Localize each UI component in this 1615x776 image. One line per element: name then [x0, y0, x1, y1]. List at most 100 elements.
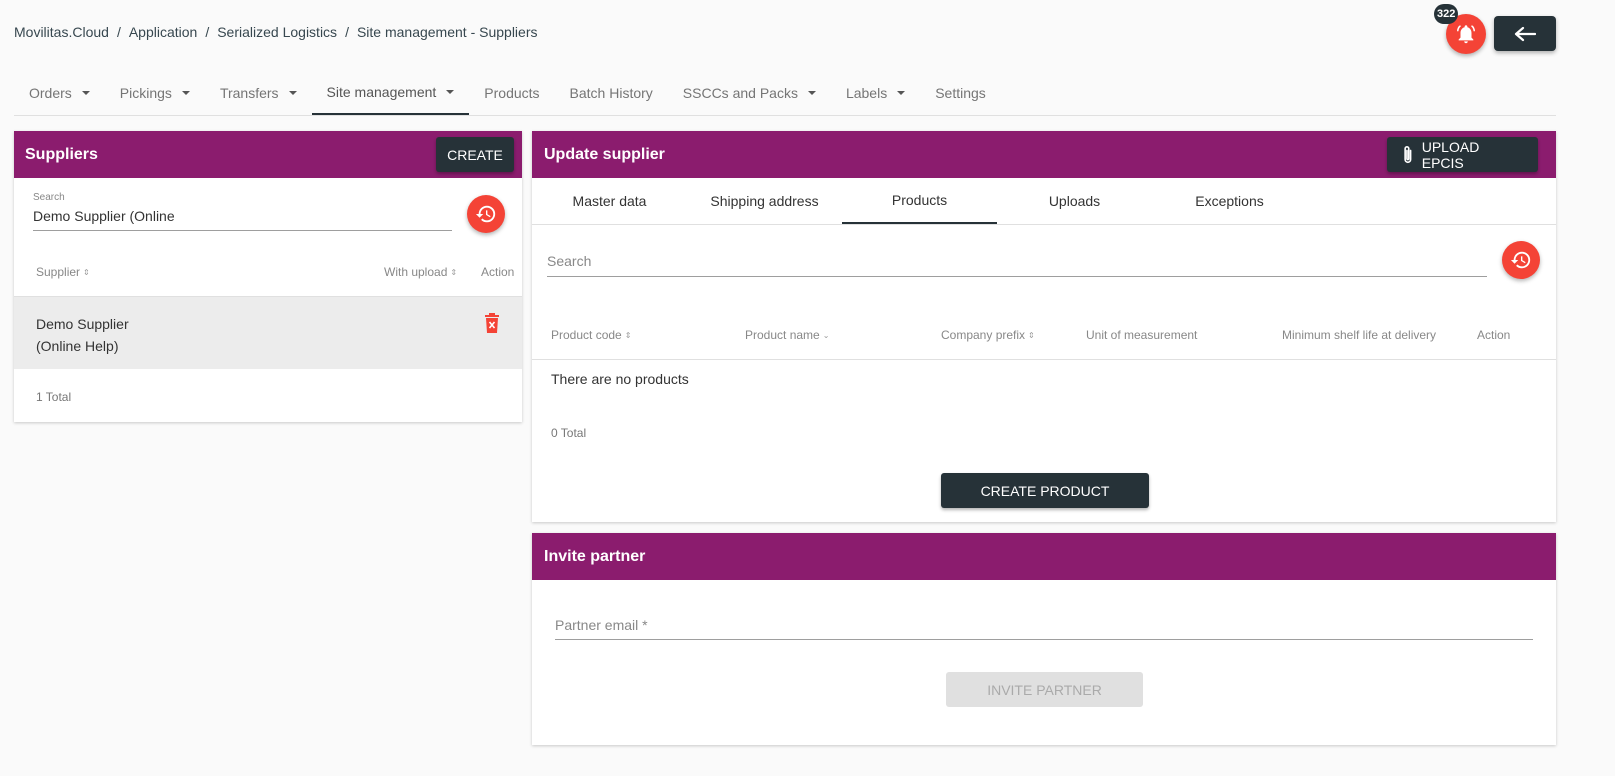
nav-batch-history[interactable]: Batch History	[555, 70, 668, 115]
caret-down-icon	[181, 90, 190, 95]
nav-label: Site management	[326, 83, 437, 100]
products-total: 0 Total	[551, 426, 587, 440]
upload-epcis-button[interactable]: UPLOAD EPCIS	[1387, 137, 1538, 172]
tab-master-data[interactable]: Master data	[532, 178, 687, 224]
breadcrumb-item-current: Site management - Suppliers	[356, 24, 538, 40]
invite-partner-title: Invite partner	[544, 547, 646, 565]
column-company-prefix[interactable]: Company prefix ⇕	[941, 328, 1035, 342]
upload-epcis-label: UPLOAD EPCIS	[1421, 138, 1480, 171]
partner-email-placeholder: Partner email *	[555, 617, 648, 633]
column-product-name[interactable]: Product name ⌄	[745, 328, 829, 342]
update-supplier-title: Update supplier	[544, 145, 665, 163]
table-row[interactable]: Demo Supplier (Online Help)	[14, 296, 522, 369]
column-label: Company prefix	[941, 328, 1026, 342]
caret-down-icon	[288, 90, 297, 95]
breadcrumb-item-serialized-logistics[interactable]: Serialized Logistics	[217, 24, 337, 40]
supplier-search-input[interactable]: Demo Supplier (Online	[33, 208, 452, 231]
table-divider	[532, 359, 1556, 360]
suppliers-card: Suppliers CREATE Search Demo Supplier (O…	[14, 131, 522, 422]
invite-partner-header: Invite partner	[532, 533, 1556, 580]
product-search-input[interactable]: Search	[547, 253, 1487, 277]
column-label: Action	[481, 265, 515, 279]
bell-icon	[1457, 25, 1475, 44]
column-label: Minimum shelf life at delivery	[1282, 328, 1437, 342]
create-product-button[interactable]: CREATE PRODUCT	[941, 473, 1149, 508]
nav-label: Products	[484, 84, 540, 101]
column-action: Action	[1477, 328, 1510, 342]
nav-ssccs-and-packs[interactable]: SSCCs and Packs	[668, 70, 831, 115]
sort-icon: ⇕	[83, 267, 90, 277]
nav-labels[interactable]: Labels	[831, 70, 920, 115]
product-search-placeholder: Search	[547, 253, 592, 269]
supplier-search-label: Search	[33, 192, 65, 203]
tab-exceptions[interactable]: Exceptions	[1152, 178, 1307, 224]
tab-uploads[interactable]: Uploads	[997, 178, 1152, 224]
empty-products-message: There are no products	[551, 371, 689, 387]
nav-label: Orders	[29, 84, 72, 101]
nav-label: Labels	[845, 84, 888, 101]
create-supplier-button[interactable]: CREATE	[436, 137, 514, 172]
column-label: With upload	[384, 265, 448, 279]
paperclip-icon	[1404, 145, 1412, 163]
delete-supplier-button[interactable]	[484, 313, 500, 338]
main-navigation: Orders Pickings Transfers Site managemen…	[14, 70, 1556, 116]
column-product-code[interactable]: Product code ⇕	[551, 328, 631, 342]
column-label: Product code	[551, 328, 622, 342]
update-supplier-card: Update supplier UPLOAD EPCIS Master data…	[532, 131, 1556, 522]
reset-search-button[interactable]	[467, 195, 505, 233]
supplier-name-line: Demo Supplier	[36, 316, 129, 332]
column-label: Action	[1477, 328, 1511, 342]
invite-partner-card: Invite partner Partner email * INVITE PA…	[532, 533, 1556, 745]
nav-pickings[interactable]: Pickings	[105, 70, 205, 115]
update-supplier-tabs: Master data Shipping address Products Up…	[532, 178, 1556, 225]
nav-transfers[interactable]: Transfers	[205, 70, 312, 115]
column-with-upload[interactable]: With upload ⇕	[384, 265, 457, 279]
suppliers-title: Suppliers	[25, 145, 98, 163]
delete-icon	[485, 313, 499, 333]
nav-label: Batch History	[569, 84, 653, 101]
nav-site-management[interactable]: Site management	[311, 70, 470, 115]
breadcrumb-item-application[interactable]: Application	[129, 24, 198, 40]
breadcrumb-separator: /	[116, 24, 121, 40]
breadcrumb-separator: /	[345, 24, 349, 40]
history-icon	[1510, 251, 1531, 269]
sort-icon: ⇕	[1028, 330, 1035, 340]
breadcrumb-separator: /	[205, 24, 210, 40]
column-label: Supplier	[36, 265, 81, 279]
nav-products[interactable]: Products	[469, 70, 554, 115]
caret-down-icon	[446, 89, 455, 94]
supplier-search-value: Demo Supplier (Online	[33, 208, 175, 224]
suppliers-card-header: Suppliers CREATE	[14, 131, 522, 178]
column-action: Action	[481, 265, 514, 279]
nav-label: Settings	[935, 84, 986, 101]
column-label: Product name	[745, 328, 820, 342]
invite-partner-button[interactable]: INVITE PARTNER	[946, 672, 1143, 707]
arrow-left-icon	[1514, 26, 1536, 41]
caret-down-icon	[81, 90, 90, 95]
caret-down-icon	[897, 90, 906, 95]
column-unit-of-measurement: Unit of measurement	[1086, 328, 1197, 342]
nav-orders[interactable]: Orders	[14, 70, 105, 115]
tab-shipping-address[interactable]: Shipping address	[687, 178, 842, 224]
notification-count-badge: 322	[1434, 4, 1459, 24]
suppliers-total: 1 Total	[36, 390, 72, 404]
history-icon	[475, 205, 496, 223]
column-minimum-shelf-life: Minimum shelf life at delivery	[1282, 328, 1436, 342]
sort-icon: ⇕	[624, 330, 632, 340]
sort-desc-icon: ⌄	[822, 330, 830, 340]
breadcrumb-item-home[interactable]: Movilitas.Cloud	[14, 24, 109, 40]
tab-products[interactable]: Products	[842, 178, 997, 224]
supplier-name: Demo Supplier (Online Help)	[36, 313, 129, 357]
column-supplier[interactable]: Supplier ⇕	[36, 265, 90, 279]
nav-label: Pickings	[119, 84, 172, 101]
nav-settings[interactable]: Settings	[920, 70, 1001, 115]
caret-down-icon	[807, 90, 816, 95]
nav-label: Transfers	[219, 84, 279, 101]
column-label: Unit of measurement	[1086, 328, 1198, 342]
partner-email-input[interactable]: Partner email *	[555, 617, 1533, 640]
breadcrumb: Movilitas.Cloud / Application / Serializ…	[14, 24, 538, 40]
sort-icon: ⇕	[450, 267, 458, 277]
update-supplier-header: Update supplier UPLOAD EPCIS	[532, 131, 1556, 178]
back-button[interactable]	[1494, 16, 1556, 51]
reset-product-search-button[interactable]	[1502, 241, 1540, 279]
